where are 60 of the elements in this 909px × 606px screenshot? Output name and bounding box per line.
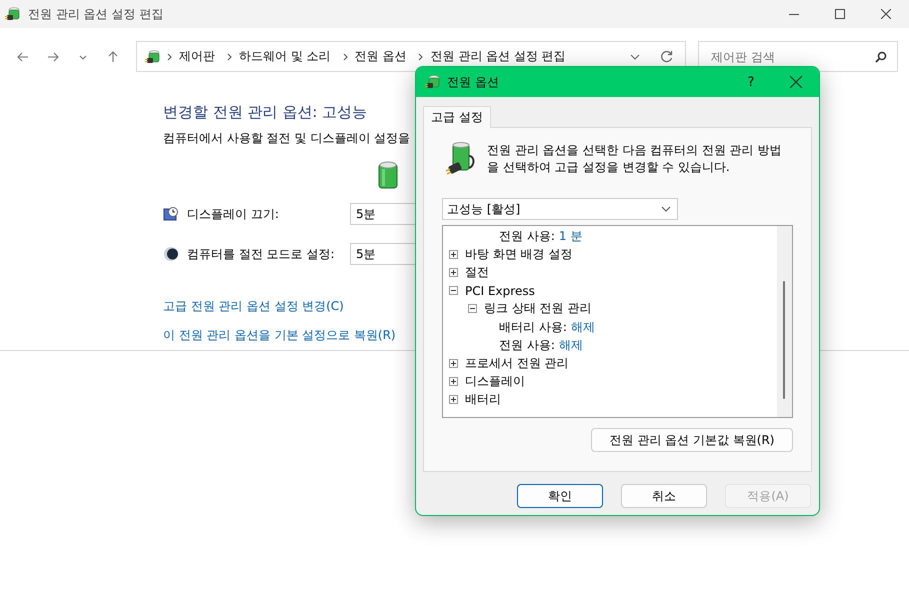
collapse-icon[interactable] [449,286,458,296]
location-icon [145,48,161,64]
plan-heading: 변경할 전원 관리 옵션: 고성능 [163,103,368,122]
battery-plug-icon [445,142,477,176]
chevron-right-icon [167,52,173,60]
plan-dropdown[interactable]: 고성능 [활성] [442,198,678,220]
expand-icon[interactable] [449,395,458,404]
setting-label: 배터리 사용: [499,318,567,336]
app-icon [5,6,21,22]
monitor-clock-icon [163,206,179,222]
battery-icon [378,161,398,189]
chevron-down-icon [661,206,671,212]
chevron-right-icon [227,52,233,60]
collapse-icon[interactable] [468,304,477,314]
search-field[interactable]: 제어판 검색 [709,48,875,64]
dialog-button[interactable]: 취소 [621,484,707,508]
setting-value[interactable]: 1 분 [558,228,582,245]
expand-icon[interactable] [449,250,458,259]
maximize-icon[interactable] [835,9,845,19]
scrollbar-thumb[interactable] [783,281,785,399]
moon-icon [163,246,179,262]
help-button[interactable]: ? [729,74,773,90]
expand-icon[interactable] [449,268,458,277]
chevron-right-icon [342,52,349,60]
search-icon[interactable] [875,50,887,62]
setting-label: 컴퓨터를 절전 모드로 설정: [187,246,336,262]
expand-icon[interactable] [449,358,458,368]
search-box[interactable]: 제어판 검색 [698,41,898,72]
setting-value[interactable]: 해제 [558,336,583,354]
dialog-title: 전원 옵션 [447,74,499,90]
back-icon[interactable] [16,50,30,64]
expand-icon[interactable] [449,377,458,386]
tree-item[interactable]: 링크 상태 전원 관리 [484,300,592,318]
restore-defaults-button[interactable]: 전원 관리 옵션 기본값 복원(R) [591,428,793,452]
tree-item[interactable]: 배터리 [465,391,501,408]
breadcrumb[interactable]: 하드웨어 및 소리 [239,48,331,65]
chevron-right-icon [418,52,424,60]
close-icon[interactable] [790,76,802,88]
breadcrumb[interactable]: 전원 옵션 [354,48,406,65]
setting-label: 디스플레이 끄기: [187,206,280,222]
tree-item[interactable]: 프로세서 전원 관리 [465,354,569,372]
up-icon[interactable] [106,50,120,64]
breadcrumb[interactable]: 전원 관리 옵션 설정 편집 [430,48,566,65]
refresh-icon[interactable] [660,50,673,63]
plan-description: 컴퓨터에서 사용할 절전 및 디스플레이 설정을 [163,130,410,147]
setting-label: 전원 사용: [499,228,555,245]
tree-item[interactable]: PCI Express [465,284,535,298]
dialog-button[interactable]: 확인 [517,484,603,508]
breadcrumb[interactable]: 제어판 [179,48,215,65]
tree-item[interactable]: 디스플레이 [465,373,525,390]
tree-item[interactable]: 절전 [465,264,489,281]
close-icon[interactable] [881,9,891,19]
dialog-description: 전원 관리 옵션을 선택한 다음 컴퓨터의 전원 관리 방법을 선택하여 고급 설정을 변경할 수 있습니다. [487,142,783,176]
app-icon [425,74,441,90]
forward-icon[interactable] [46,50,60,64]
tab[interactable]: 고급 설정 [423,106,491,128]
setting-value[interactable]: 해제 [570,318,595,336]
window-title: 전원 관리 옵션 설정 편집 [28,6,164,22]
chevron-down-icon[interactable] [630,54,640,60]
setting-label: 전원 사용: [499,336,555,354]
